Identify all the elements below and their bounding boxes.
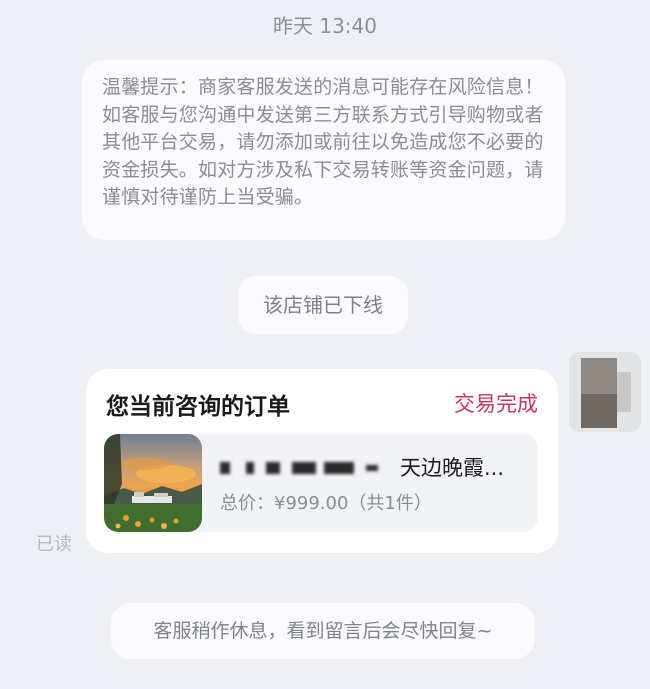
read-receipt: 已读 <box>36 534 72 555</box>
user-avatar[interactable] <box>569 352 641 432</box>
order-status-badge: 交易完成 <box>454 392 538 416</box>
store-offline-notice: 该店铺已下线 <box>238 276 408 334</box>
product-name-text: 天边晚霞... <box>400 456 505 480</box>
product-thumbnail-image <box>104 434 202 532</box>
order-card[interactable]: 您当前咨询的订单 交易完成 天边晚霞... 总价：¥999.00（共1件） <box>86 369 558 553</box>
auto-reply-bubble: 客服稍作休息，看到留言后会尽快回复~ <box>111 603 535 659</box>
order-product-item[interactable]: 天边晚霞... 总价：¥999.00（共1件） <box>104 434 538 532</box>
risk-warning-bubble: 温馨提示：商家客服发送的消息可能存在风险信息！如客服与您沟通中发送第三方联系方式… <box>82 60 565 240</box>
redacted-text <box>220 458 390 476</box>
message-timestamp: 昨天 13:40 <box>273 14 377 38</box>
order-card-title: 您当前咨询的订单 <box>106 394 290 420</box>
product-name: 天边晚霞... <box>220 452 528 482</box>
product-total-price: 总价：¥999.00（共1件） <box>220 493 432 514</box>
